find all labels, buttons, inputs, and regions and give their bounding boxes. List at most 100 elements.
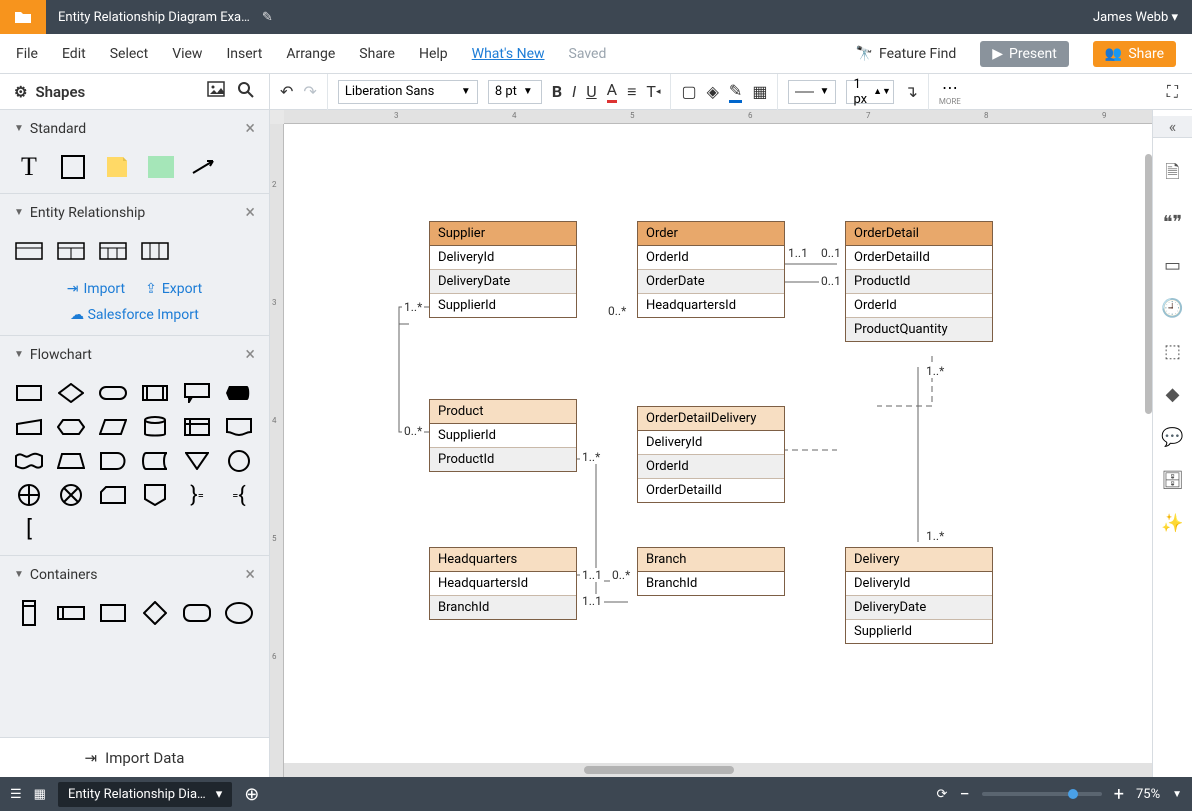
entity-product[interactable]: Product SupplierId ProductId bbox=[429, 399, 577, 472]
export-link[interactable]: ⇪ Export bbox=[145, 281, 202, 297]
fullscreen-icon[interactable]: ⛶ bbox=[1167, 82, 1178, 102]
h-scrollbar[interactable] bbox=[284, 763, 1152, 777]
menu-edit[interactable]: Edit bbox=[62, 46, 86, 62]
entity-branch[interactable]: Branch BranchId bbox=[637, 547, 785, 596]
italic-icon[interactable]: I bbox=[572, 82, 576, 101]
ct-swimlane-v[interactable] bbox=[14, 601, 44, 625]
align-icon[interactable]: ≡ bbox=[627, 82, 636, 102]
er-shape-3[interactable] bbox=[98, 239, 128, 263]
menu-select[interactable]: Select bbox=[110, 46, 148, 62]
document-title[interactable]: Entity Relationship Diagram Exa… bbox=[46, 10, 262, 25]
chat-icon[interactable]: 💬 bbox=[1161, 427, 1183, 448]
presentation-icon[interactable]: ▭ bbox=[1164, 255, 1181, 276]
image-icon[interactable] bbox=[207, 81, 225, 103]
fc-connector[interactable] bbox=[224, 449, 254, 473]
line-route-icon[interactable]: ↴ bbox=[904, 82, 917, 101]
group-er[interactable]: ▼Entity Relationship× bbox=[0, 194, 269, 231]
feature-find[interactable]: 🔭Feature Find bbox=[856, 46, 957, 62]
entity-orderdetail[interactable]: OrderDetail OrderDetailId ProductId Orde… bbox=[845, 221, 993, 342]
er-shape-4[interactable] bbox=[140, 239, 170, 263]
fc-offpage[interactable] bbox=[140, 483, 170, 507]
entity-odd[interactable]: OrderDetailDelivery DeliveryId OrderId O… bbox=[637, 406, 785, 503]
close-icon[interactable]: × bbox=[245, 118, 255, 139]
fc-manual-input[interactable] bbox=[14, 415, 44, 439]
menu-share[interactable]: Share bbox=[359, 46, 395, 62]
entity-order[interactable]: Order OrderId OrderDate HeadquartersId bbox=[637, 221, 785, 318]
entity-supplier[interactable]: Supplier DeliveryId DeliveryDate Supplie… bbox=[429, 221, 577, 318]
fc-stored[interactable] bbox=[140, 449, 170, 473]
group-standard[interactable]: ▼Standard× bbox=[0, 110, 269, 147]
ct-circle[interactable] bbox=[224, 601, 254, 625]
undo-icon[interactable]: ↶ bbox=[280, 82, 293, 101]
er-shape-2[interactable] bbox=[56, 239, 86, 263]
er-shape-1[interactable] bbox=[14, 239, 44, 263]
fc-internal[interactable] bbox=[182, 415, 212, 439]
close-icon[interactable]: × bbox=[245, 564, 255, 585]
crop-icon[interactable]: ▢ bbox=[681, 82, 696, 101]
more-button[interactable]: ⋯MORE bbox=[939, 78, 961, 106]
text-format-icon[interactable]: T◂ bbox=[646, 82, 660, 101]
salesforce-import-link[interactable]: ☁ Salesforce Import bbox=[0, 307, 269, 335]
menu-help[interactable]: Help bbox=[419, 46, 448, 62]
fc-brace-r[interactable]: }= bbox=[182, 483, 212, 507]
menu-file[interactable]: File bbox=[16, 46, 38, 62]
fc-note[interactable]: ={ bbox=[224, 483, 254, 507]
menu-whats-new[interactable]: What's New bbox=[472, 46, 545, 62]
entity-delivery[interactable]: Delivery DeliveryId DeliveryDate Supplie… bbox=[845, 547, 993, 644]
entity-hq[interactable]: Headquarters HeadquartersId BranchId bbox=[429, 547, 577, 620]
zoom-out-icon[interactable]: − bbox=[959, 784, 969, 805]
history-icon[interactable]: 🕘 bbox=[1161, 298, 1183, 319]
fontsize-dropdown[interactable]: 8 pt▼ bbox=[488, 80, 542, 104]
fc-callout[interactable] bbox=[182, 381, 212, 405]
zoom-slider[interactable] bbox=[982, 792, 1102, 796]
line-color-icon[interactable]: ✎ bbox=[729, 81, 742, 103]
line-width-dropdown[interactable]: 1 px▲▼ bbox=[846, 80, 894, 104]
fc-sum[interactable] bbox=[56, 483, 86, 507]
share-button[interactable]: 👥Share bbox=[1093, 41, 1176, 67]
fc-predef[interactable] bbox=[140, 381, 170, 405]
fc-bracket[interactable]: [ bbox=[14, 517, 44, 541]
fc-tape[interactable] bbox=[14, 449, 44, 473]
present-button[interactable]: ▶ Present bbox=[980, 41, 1069, 67]
menu-insert[interactable]: Insert bbox=[226, 46, 262, 62]
fc-merge[interactable] bbox=[182, 449, 212, 473]
zoom-in-icon[interactable]: + bbox=[1114, 784, 1124, 805]
menu-view[interactable]: View bbox=[172, 46, 202, 62]
magic-icon[interactable]: ✨ bbox=[1161, 513, 1183, 534]
menu-arrange[interactable]: Arrange bbox=[286, 46, 335, 62]
fc-document[interactable] bbox=[224, 415, 254, 439]
zoom-value[interactable]: 75% bbox=[1136, 787, 1160, 802]
fc-delay[interactable] bbox=[98, 449, 128, 473]
shape-hotspot[interactable] bbox=[146, 155, 176, 179]
fc-hexagon[interactable] bbox=[56, 415, 86, 439]
pencil-icon[interactable]: ✎ bbox=[262, 10, 273, 25]
ct-rounded[interactable] bbox=[182, 601, 212, 625]
user-menu[interactable]: James Webb ▾ bbox=[1079, 10, 1192, 25]
search-icon[interactable] bbox=[237, 81, 255, 103]
close-icon[interactable]: × bbox=[245, 202, 255, 223]
scrollbar-thumb[interactable] bbox=[584, 766, 734, 774]
fc-parallelogram[interactable] bbox=[98, 415, 128, 439]
grid-icon[interactable]: ▦ bbox=[34, 787, 46, 802]
outline-icon[interactable]: ☰ bbox=[10, 787, 22, 802]
page-settings-icon[interactable]: 🗎 bbox=[1165, 160, 1179, 190]
canvas-area[interactable]: 3 4 5 6 7 8 9 2 3 4 5 6 bbox=[270, 110, 1152, 777]
bold-icon[interactable]: B bbox=[552, 82, 562, 101]
layers-icon[interactable]: ⬚ bbox=[1164, 341, 1181, 362]
fc-diamond[interactable] bbox=[56, 381, 86, 405]
line-style-dropdown[interactable]: ▼ bbox=[788, 80, 836, 104]
fc-terminator[interactable] bbox=[98, 381, 128, 405]
fc-rect[interactable] bbox=[14, 381, 44, 405]
text-color-icon[interactable]: A bbox=[607, 80, 617, 103]
data-icon[interactable]: ◆ bbox=[1166, 384, 1180, 405]
underline-icon[interactable]: U bbox=[586, 82, 596, 101]
comment-icon[interactable]: ❝❞ bbox=[1163, 212, 1182, 233]
fc-or[interactable] bbox=[14, 483, 44, 507]
gear-icon[interactable]: ⚙ bbox=[14, 83, 27, 101]
fc-trapezoid[interactable] bbox=[56, 449, 86, 473]
shape-line[interactable] bbox=[190, 155, 220, 179]
import-link[interactable]: ⇥ Import bbox=[67, 281, 125, 297]
import-data-button[interactable]: ⇥ Import Data bbox=[0, 737, 269, 777]
group-flowchart[interactable]: ▼Flowchart× bbox=[0, 336, 269, 373]
ct-swimlane-h[interactable] bbox=[56, 601, 86, 625]
